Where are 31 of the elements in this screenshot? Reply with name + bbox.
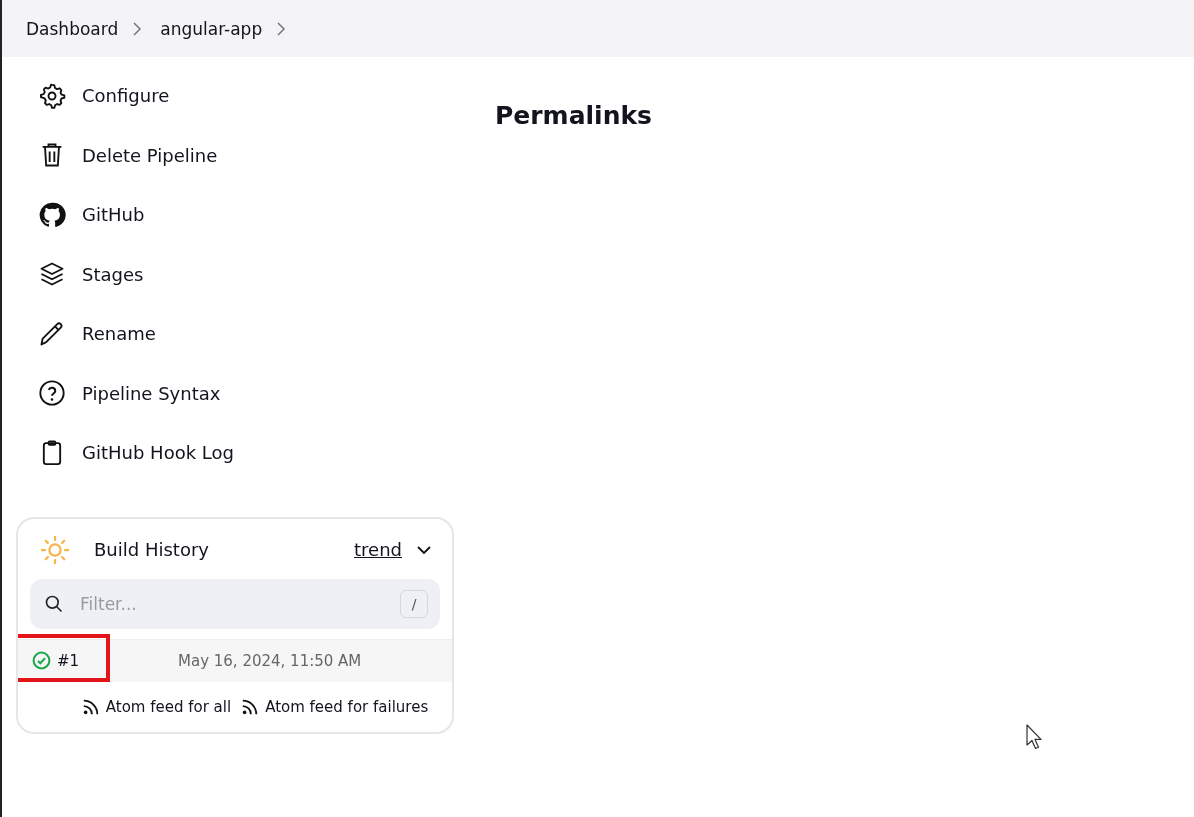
sidebar-link[interactable]: Delete Pipeline bbox=[82, 144, 218, 166]
atom-feed-link[interactable]: Atom feed for failures bbox=[265, 697, 429, 716]
sun-icon bbox=[40, 534, 70, 565]
sidebar-link[interactable]: Pipeline Syntax bbox=[82, 382, 221, 404]
atom-feed-link[interactable]: Atom feed for all bbox=[105, 697, 232, 716]
build-number-link[interactable]: #1 bbox=[57, 651, 80, 670]
mouse-pointer-icon bbox=[1026, 724, 1044, 750]
chevron-down-icon[interactable] bbox=[416, 544, 432, 555]
chevron-right-icon[interactable] bbox=[276, 20, 287, 37]
filter-input[interactable]: Filter... bbox=[78, 592, 400, 615]
sidebar-link[interactable]: Rename bbox=[82, 323, 156, 345]
help-icon bbox=[38, 379, 66, 408]
breadcrumb-link[interactable]: angular-app bbox=[160, 18, 263, 39]
build-history-title: Build History bbox=[94, 539, 210, 560]
trend-link[interactable]: trend bbox=[354, 539, 402, 560]
rss-icon bbox=[81, 697, 100, 716]
page-heading: Permalinks bbox=[495, 101, 652, 130]
build-date-link[interactable]: May 16, 2024, 11:50 AM bbox=[178, 651, 362, 670]
chevron-right-icon[interactable] bbox=[132, 20, 143, 37]
breadcrumb-link[interactable]: Dashboard bbox=[26, 18, 119, 39]
shortcut-key: / bbox=[400, 589, 428, 618]
sidebar-link[interactable]: GitHub bbox=[82, 204, 145, 226]
filter-field[interactable]: Filter... / bbox=[30, 578, 440, 629]
sidebar-link[interactable]: Configure bbox=[82, 85, 170, 107]
sidebar-link[interactable]: Stages bbox=[82, 263, 144, 285]
pencil-icon bbox=[38, 319, 66, 348]
search-icon bbox=[44, 593, 64, 614]
rss-icon bbox=[241, 697, 260, 716]
gear-icon bbox=[38, 81, 66, 110]
sidebar-link[interactable]: GitHub Hook Log bbox=[82, 442, 234, 464]
github-icon bbox=[38, 200, 66, 229]
